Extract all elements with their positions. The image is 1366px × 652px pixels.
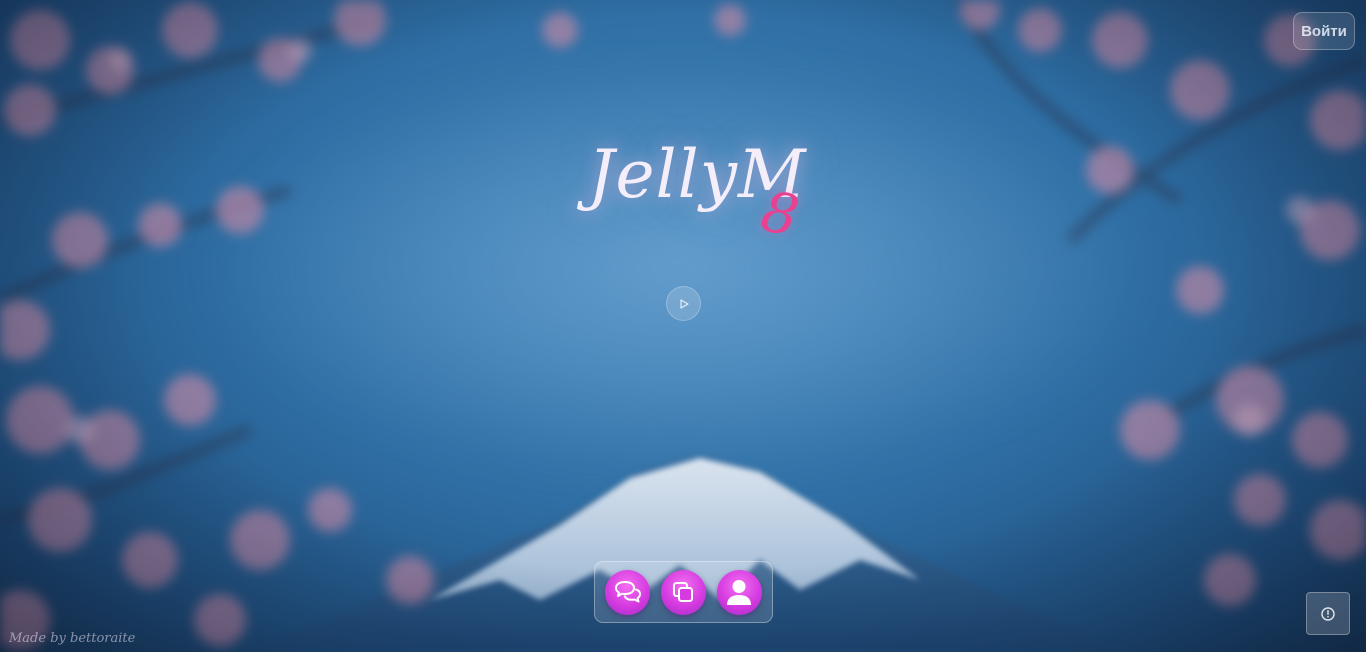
play-icon bbox=[679, 298, 689, 309]
bottom-dock bbox=[594, 561, 773, 623]
copy-windows-icon bbox=[673, 582, 694, 602]
background-scene: Войти JellyM 8 Made by bettoraite bbox=[0, 0, 1366, 652]
user-icon bbox=[727, 580, 752, 605]
login-button[interactable]: Войти bbox=[1293, 12, 1355, 50]
chat-bubbles-icon bbox=[614, 581, 641, 603]
app-logo: JellyM 8 bbox=[580, 130, 830, 250]
info-button[interactable] bbox=[1306, 592, 1350, 635]
info-icon bbox=[1321, 606, 1335, 621]
profile-button[interactable] bbox=[716, 569, 762, 615]
chat-button[interactable] bbox=[605, 569, 651, 615]
author-credit: Made by bettoraite bbox=[9, 631, 136, 646]
windows-button[interactable] bbox=[660, 569, 706, 615]
cherry-blossom-branches bbox=[0, 0, 1366, 650]
play-button[interactable] bbox=[666, 286, 701, 321]
